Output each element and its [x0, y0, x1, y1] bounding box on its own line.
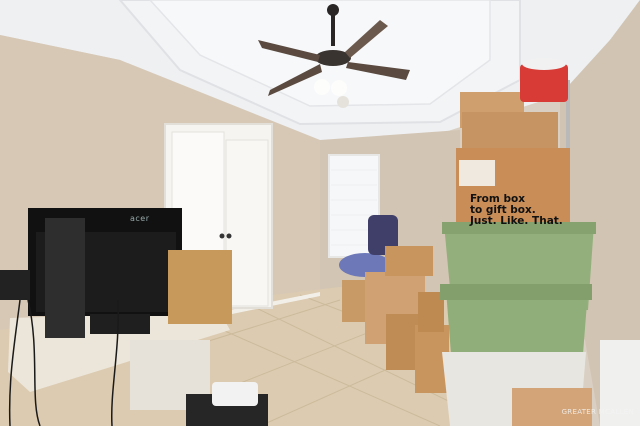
cardboard-box-top: [385, 246, 433, 276]
monitor-stand: [45, 218, 85, 338]
green-bin-bottom-lid: [440, 284, 592, 300]
watermark: GREATER MCALLEN: [561, 408, 634, 416]
keyboard: [90, 314, 150, 334]
monitor-brand-label: acer: [130, 214, 150, 223]
box-on-desk: [168, 250, 232, 324]
router: [212, 382, 258, 406]
stacked-box-2: [462, 112, 558, 152]
box-floor-right: [512, 388, 592, 426]
speaker: [0, 270, 30, 300]
red-container-lid: [522, 58, 566, 70]
box-text-line-3: Just. Like. That.: [470, 215, 563, 227]
box-label: [459, 160, 495, 186]
closet-door-right: [225, 139, 269, 307]
gift-box-text: From box to gift box. Just. Like. That.: [470, 194, 566, 227]
door-knob-right: [226, 233, 232, 239]
door-knob-left: [219, 233, 225, 239]
room-photo: From box to gift box. Just. Like. That. …: [0, 0, 640, 426]
